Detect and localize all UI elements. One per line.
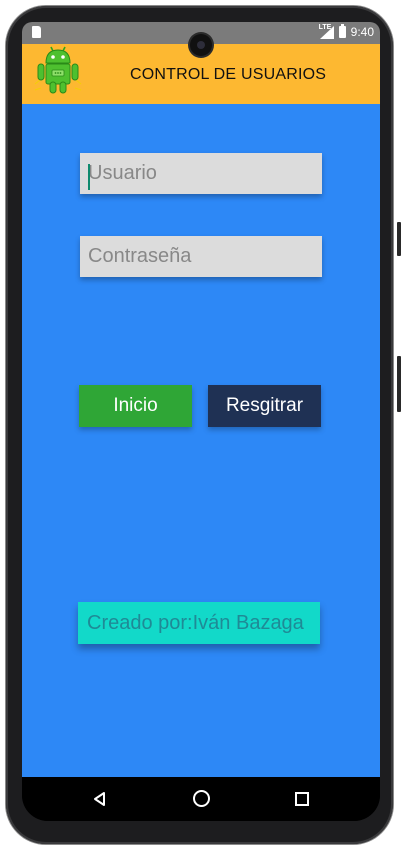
- text-cursor: [88, 164, 90, 190]
- device-frame: LTE 9:40 CONTROL DE USUARIOS Usuario Ini…: [0, 0, 401, 849]
- login-form: Inicio Resgitrar Creado por:Iván Bazaga: [22, 104, 380, 777]
- battery-icon: [338, 24, 346, 38]
- screen: LTE 9:40 CONTROL DE USUARIOS Usuario Ini…: [22, 22, 380, 821]
- register-button[interactable]: Resgitrar: [208, 385, 321, 427]
- credit-label: Creado por:Iván Bazaga: [78, 602, 320, 644]
- signal-icon: LTE: [318, 23, 334, 39]
- navigation-bar: [22, 777, 380, 821]
- login-button[interactable]: Inicio: [79, 385, 192, 427]
- home-icon[interactable]: [193, 790, 210, 807]
- sim-card-icon: [32, 26, 41, 38]
- front-camera: [190, 34, 212, 56]
- username-input[interactable]: [80, 153, 322, 194]
- network-label: LTE: [318, 23, 332, 31]
- app-title: CONTROL DE USUARIOS: [130, 66, 327, 83]
- recent-apps-icon[interactable]: [295, 792, 309, 806]
- power-button: [397, 356, 401, 412]
- status-indicators: LTE 9:40: [318, 23, 374, 40]
- password-input[interactable]: [80, 236, 322, 277]
- volume-button: [397, 222, 401, 256]
- back-icon[interactable]: [92, 791, 108, 807]
- android-robot-icon: [34, 46, 82, 94]
- status-time: 9:40: [350, 25, 374, 39]
